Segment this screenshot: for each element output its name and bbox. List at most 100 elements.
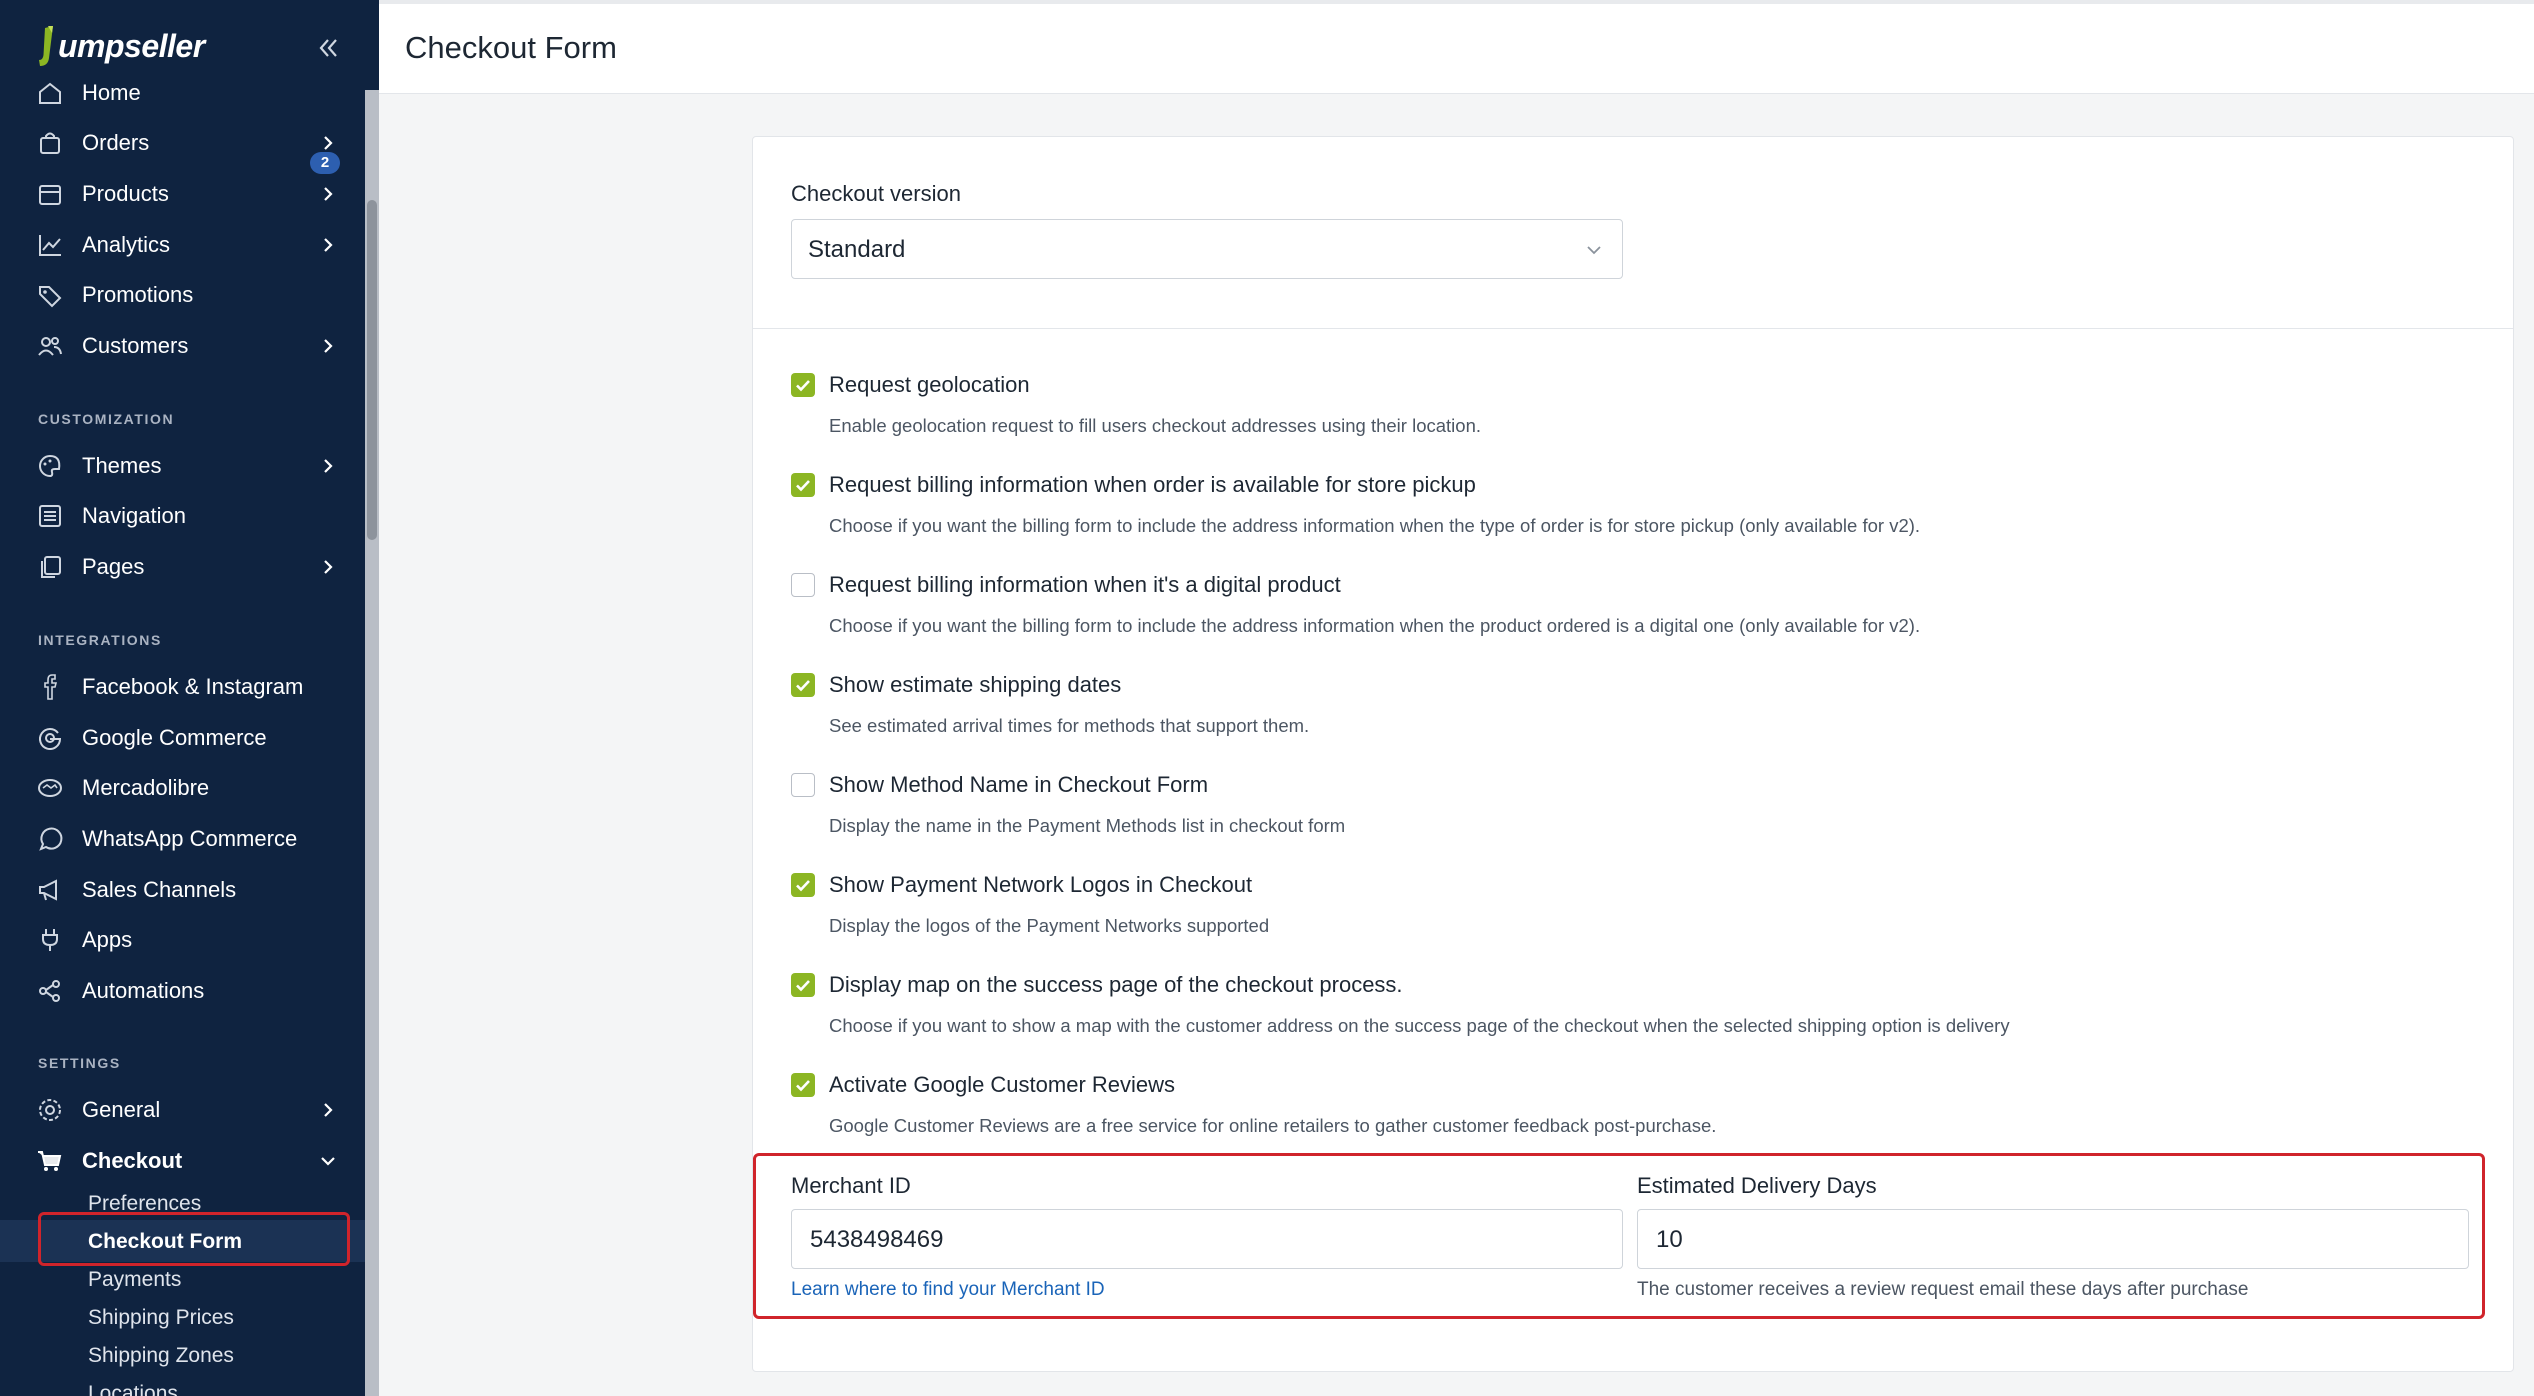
checkbox-unchecked[interactable] [791, 773, 815, 797]
checkbox-checked[interactable] [791, 673, 815, 697]
sidebar-subitem-shipping-prices[interactable]: Shipping Prices [88, 1306, 234, 1330]
checkout-option[interactable]: Show estimate shipping dates See estimate… [791, 672, 2491, 763]
google-icon [39, 728, 62, 750]
chevron-right-icon [324, 1103, 333, 1117]
sidebar-item-label: Automations [82, 978, 205, 1003]
sidebar-item-customers[interactable]: Customers [0, 321, 365, 371]
checkout-version-label: Checkout version [791, 181, 961, 206]
chevron-down-icon [321, 1157, 335, 1166]
annotation-highlight-box [753, 1153, 2485, 1319]
sidebar-item-promotions[interactable]: Promotions [0, 270, 365, 320]
checkbox-checked[interactable] [791, 873, 815, 897]
sidebar-item-orders[interactable]: Orders [0, 118, 365, 168]
chevron-right-icon [324, 339, 333, 353]
sidebar-item-whatsapp-commerce[interactable]: WhatsApp Commerce [0, 814, 365, 864]
checkout-form-card: Checkout version Standard Request geoloc… [752, 136, 2514, 1372]
sidebar-item-apps[interactable]: Apps [0, 915, 365, 965]
list-icon [39, 505, 61, 527]
checkmark-icon [796, 1080, 810, 1092]
section-header-customization: CUSTOMIZATION [38, 411, 175, 427]
checkout-option[interactable]: Request billing information when order i… [791, 472, 2491, 563]
facebook-icon [44, 674, 58, 700]
chevron-right-icon [324, 136, 333, 150]
sidebar-item-label: Sales Channels [82, 877, 237, 902]
chevron-right-icon [324, 187, 333, 201]
checkout-option[interactable]: Show Payment Network Logos in Checkout Di… [791, 872, 2491, 963]
sidebar-item-google-commerce[interactable]: Google Commerce [0, 713, 365, 763]
checkbox-checked[interactable] [791, 973, 815, 997]
option-description: Display the name in the Payment Methods … [829, 815, 1346, 836]
checkbox-checked[interactable] [791, 1073, 815, 1097]
sidebar-item-sales-channels[interactable]: Sales Channels [0, 865, 365, 915]
checkbox-checked[interactable] [791, 473, 815, 497]
chevron-right-icon [324, 238, 333, 252]
checkbox-checked[interactable] [791, 373, 815, 397]
checkmark-icon [796, 880, 810, 892]
sidebar-subitem-shipping-zones[interactable]: Shipping Zones [88, 1344, 234, 1368]
checkmark-icon [796, 980, 810, 992]
checkout-option[interactable]: Request geolocation Enable geolocation re… [791, 372, 2491, 463]
checkmark-icon [796, 380, 810, 392]
checkout-version-select[interactable]: Standard [791, 219, 1623, 279]
palette-icon [39, 454, 61, 478]
option-title: Show Payment Network Logos in Checkout [829, 872, 1253, 897]
whatsapp-icon [39, 827, 63, 851]
sidebar-item-label: Customers [82, 333, 189, 358]
collapse-sidebar-icon[interactable] [314, 34, 342, 62]
option-title: Request billing information when it's a … [829, 572, 1341, 597]
sidebar-item-label: Themes [82, 453, 162, 478]
jumpseller-logo[interactable]: umpseller [36, 24, 205, 68]
sidebar-item-label: General [82, 1097, 161, 1122]
logo-mark-icon [39, 26, 53, 66]
tag-icon [39, 286, 62, 308]
sidebar-subitem-locations[interactable]: Locations [88, 1382, 178, 1396]
checkout-option[interactable]: Request billing information when it's a … [791, 572, 2491, 663]
sidebar-item-mercadolibre[interactable]: Mercadolibre [0, 763, 365, 813]
option-description: Display the logos of the Payment Network… [829, 915, 1270, 936]
shopping-cart-icon [38, 1151, 62, 1171]
option-description: Choose if you want to show a map with th… [829, 1015, 2010, 1036]
home-icon [39, 82, 61, 104]
sidebar-item-home[interactable]: Home 2 [0, 68, 365, 174]
pages-icon [41, 556, 61, 578]
checkbox-unchecked[interactable] [791, 573, 815, 597]
plug-icon [42, 929, 58, 951]
sidebar-item-label: Home [82, 80, 141, 105]
checkout-option[interactable]: Show Method Name in Checkout Form Display… [791, 772, 2491, 863]
section-header-settings: SETTINGS [38, 1055, 121, 1071]
sidebar-item-products[interactable]: Products [0, 169, 365, 219]
checkout-version-value: Standard [808, 236, 906, 263]
option-description: Choose if you want the billing form to i… [829, 615, 1921, 636]
sidebar-item-label: WhatsApp Commerce [82, 826, 298, 851]
option-description: Choose if you want the billing form to i… [829, 515, 1921, 536]
sidebar-item-facebook-instagram[interactable]: Facebook & Instagram [0, 662, 365, 712]
page-header: Checkout Form [379, 0, 2534, 94]
checkout-option[interactable]: Display map on the success page of the c… [791, 972, 2491, 1063]
annotation-highlight-box [38, 1212, 350, 1266]
sidebar-scrollbar-thumb[interactable] [367, 200, 377, 540]
chevron-right-icon [324, 560, 333, 574]
sidebar-item-navigation[interactable]: Navigation [0, 491, 365, 541]
sidebar-item-general[interactable]: General [0, 1085, 365, 1135]
sidebar-item-label: Navigation [82, 503, 186, 528]
handshake-icon [38, 779, 62, 797]
option-description: Enable geolocation request to fill users… [829, 415, 1481, 436]
section-header-integrations: INTEGRATIONS [38, 632, 162, 648]
chevron-right-icon [324, 459, 333, 473]
sidebar-item-label: Apps [82, 927, 133, 952]
option-title: Request billing information when order i… [829, 472, 1476, 497]
sidebar-scrollbar[interactable] [365, 90, 379, 1396]
sidebar-item-checkout[interactable]: Checkout [0, 1136, 365, 1186]
sidebar-item-themes[interactable]: Themes [0, 441, 365, 491]
users-icon [38, 337, 62, 356]
sidebar-item-automations[interactable]: Automations [0, 966, 365, 1016]
sidebar-item-label: Pages [82, 554, 145, 579]
checkout-option[interactable]: Activate Google Customer Reviews Google C… [791, 1072, 2491, 1163]
checkmark-icon [796, 680, 810, 692]
sidebar-item-analytics[interactable]: Analytics [0, 220, 365, 270]
sidebar: umpseller Home 2 Orders Products Analyti… [0, 0, 379, 1396]
sidebar-item-pages[interactable]: Pages [0, 542, 365, 592]
sidebar-subitem-payments[interactable]: Payments [88, 1268, 181, 1292]
option-title: Show estimate shipping dates [829, 672, 1122, 697]
option-title: Activate Google Customer Reviews [829, 1072, 1176, 1097]
